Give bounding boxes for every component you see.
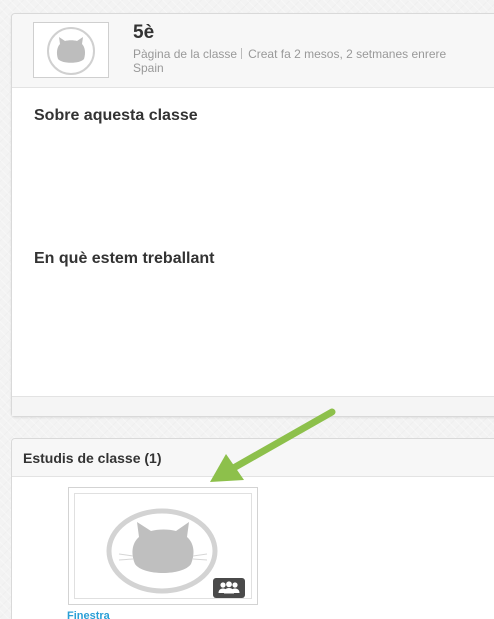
class-avatar[interactable]: [33, 22, 109, 78]
studies-card: Estudis de classe (1) Finestra: [11, 438, 494, 619]
group-badge: [213, 578, 245, 598]
page: 5è Pàgina de la classe Creat fa 2 mesos, …: [0, 0, 494, 619]
meta-separator: [241, 48, 243, 59]
country-label: Spain: [133, 61, 164, 75]
page-type-label: Pàgina de la classe: [133, 47, 238, 61]
working-heading: En què estem treballant: [34, 250, 215, 267]
created-label: Creat fa 2 mesos, 2 setmanes enrere: [248, 47, 447, 61]
class-header: 5è Pàgina de la classe Creat fa 2 mesos, …: [12, 14, 494, 88]
class-footer: [12, 396, 494, 416]
cat-avatar-icon: [47, 27, 95, 75]
studies-heading: Estudis de classe (1): [23, 450, 162, 466]
class-card: 5è Pàgina de la classe Creat fa 2 mesos, …: [11, 13, 494, 417]
class-title: 5è: [133, 22, 155, 43]
study-thumbnail[interactable]: [74, 493, 252, 599]
about-heading: Sobre aquesta classe: [34, 107, 198, 124]
study-tile[interactable]: [68, 487, 258, 605]
study-name-link[interactable]: Finestra: [67, 610, 110, 619]
studies-header: Estudis de classe (1): [12, 439, 494, 477]
group-icon: [218, 581, 240, 594]
class-meta: Pàgina de la classe Creat fa 2 mesos, 2 s…: [133, 47, 493, 75]
